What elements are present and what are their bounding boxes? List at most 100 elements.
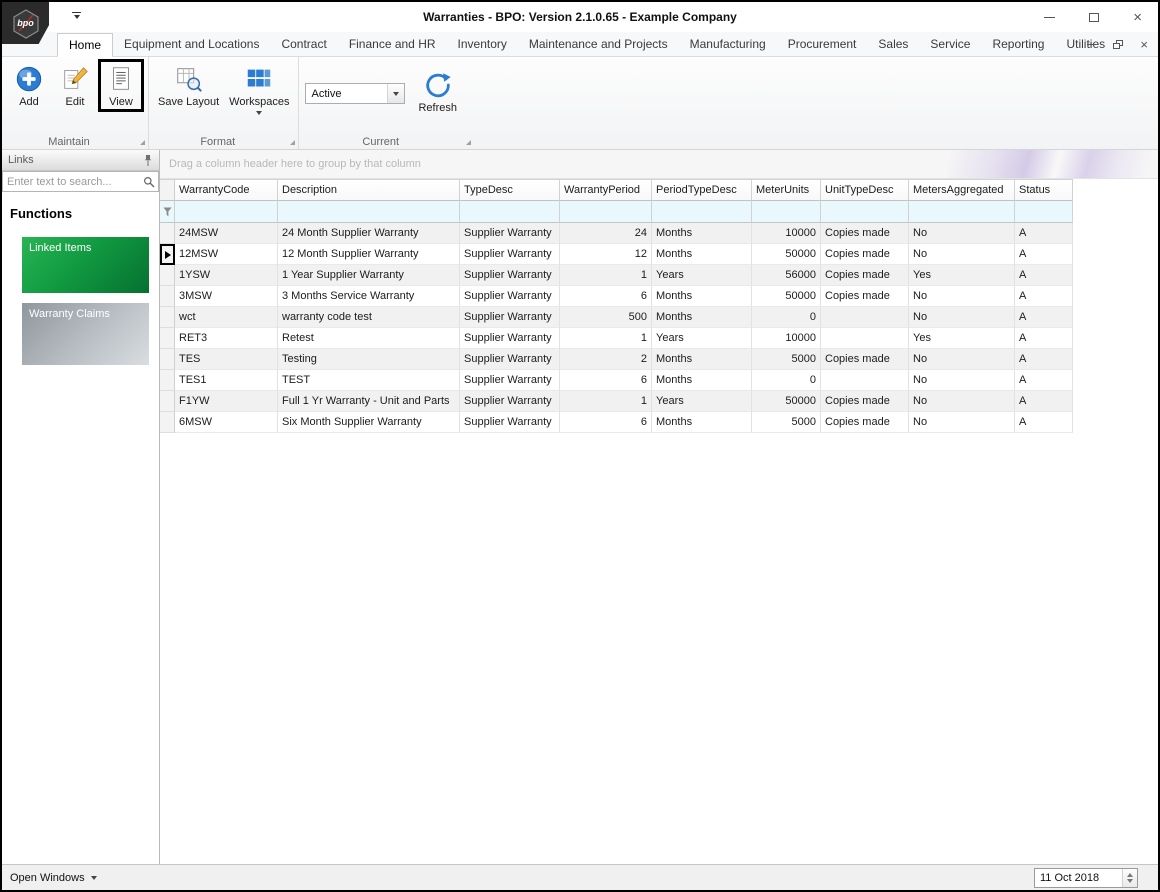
grid-cell-meterunits[interactable]: 10000	[752, 328, 821, 349]
table-row[interactable]: wctwarranty code testSupplier Warranty50…	[160, 307, 1158, 328]
tab-home[interactable]: Home	[57, 33, 113, 57]
grid-cell-warrantycode[interactable]: TES	[175, 349, 278, 370]
grid-cell-meterunits[interactable]: 50000	[752, 244, 821, 265]
row-indicator[interactable]	[160, 370, 175, 391]
table-row[interactable]: TES1TESTSupplier Warranty6Months0NoA	[160, 370, 1158, 391]
grid-cell-warrantyperiod[interactable]: 24	[560, 223, 652, 244]
filter-cell-unittypedesc[interactable]	[821, 201, 909, 223]
search-icon[interactable]	[140, 176, 158, 188]
grid-cell-unittypedesc[interactable]: Copies made	[821, 265, 909, 286]
grid-cell-periodtypedesc[interactable]: Months	[652, 286, 752, 307]
filter-cell-metersaggregated[interactable]	[909, 201, 1015, 223]
grid-cell-metersaggregated[interactable]: No	[909, 370, 1015, 391]
grid-cell-typedesc[interactable]: Supplier Warranty	[460, 412, 560, 433]
grid-cell-status[interactable]: A	[1015, 244, 1073, 265]
tab-inventory[interactable]: Inventory	[447, 33, 518, 56]
maximize-icon[interactable]	[1089, 13, 1099, 22]
sidebar-item-warranty-claims[interactable]: Warranty Claims	[22, 303, 149, 365]
grid-cell-description[interactable]: TEST	[278, 370, 460, 391]
grid-cell-unittypedesc[interactable]: Copies made	[821, 244, 909, 265]
grid-cell-warrantyperiod[interactable]: 12	[560, 244, 652, 265]
edit-button[interactable]: Edit	[54, 61, 96, 110]
save-layout-button[interactable]: Save Layout	[155, 61, 222, 110]
grid-cell-unittypedesc[interactable]	[821, 307, 909, 328]
grid-cell-typedesc[interactable]: Supplier Warranty	[460, 370, 560, 391]
grid-cell-description[interactable]: 3 Months Service Warranty	[278, 286, 460, 307]
grid-cell-status[interactable]: A	[1015, 391, 1073, 412]
grid-cell-periodtypedesc[interactable]: Years	[652, 265, 752, 286]
grid-cell-typedesc[interactable]: Supplier Warranty	[460, 349, 560, 370]
table-row[interactable]: RET3RetestSupplier Warranty1Years10000Ye…	[160, 328, 1158, 349]
status-filter-dropdown-button[interactable]	[387, 84, 404, 103]
grid-cell-typedesc[interactable]: Supplier Warranty	[460, 244, 560, 265]
grid-cell-status[interactable]: A	[1015, 328, 1073, 349]
grid-cell-metersaggregated[interactable]: No	[909, 349, 1015, 370]
table-row[interactable]: 3MSW3 Months Service WarrantySupplier Wa…	[160, 286, 1158, 307]
grid-cell-status[interactable]: A	[1015, 412, 1073, 433]
column-header-typedesc[interactable]: TypeDesc	[460, 179, 560, 201]
row-indicator[interactable]	[160, 328, 175, 349]
grid-cell-typedesc[interactable]: Supplier Warranty	[460, 265, 560, 286]
grid-cell-unittypedesc[interactable]: Copies made	[821, 223, 909, 244]
group-by-bar[interactable]: Drag a column header here to group by th…	[160, 150, 1158, 179]
grid-cell-warrantyperiod[interactable]: 1	[560, 391, 652, 412]
grid-cell-metersaggregated[interactable]: Yes	[909, 328, 1015, 349]
grid-cell-warrantycode[interactable]: 12MSW	[175, 244, 278, 265]
grid-cell-meterunits[interactable]: 56000	[752, 265, 821, 286]
grid-cell-periodtypedesc[interactable]: Months	[652, 349, 752, 370]
grid-cell-meterunits[interactable]: 5000	[752, 349, 821, 370]
status-filter-combobox[interactable]: Active	[305, 83, 405, 104]
grid-cell-metersaggregated[interactable]: No	[909, 244, 1015, 265]
filter-cell-description[interactable]	[278, 201, 460, 223]
grid-cell-description[interactable]: 12 Month Supplier Warranty	[278, 244, 460, 265]
column-header-warrantycode[interactable]: WarrantyCode	[175, 179, 278, 201]
grid-cell-periodtypedesc[interactable]: Months	[652, 307, 752, 328]
grid-cell-description[interactable]: Full 1 Yr Warranty - Unit and Parts	[278, 391, 460, 412]
grid-cell-warrantyperiod[interactable]: 1	[560, 265, 652, 286]
grid-cell-unittypedesc[interactable]	[821, 370, 909, 391]
tab-finance-and-hr[interactable]: Finance and HR	[338, 33, 447, 56]
grid-cell-typedesc[interactable]: Supplier Warranty	[460, 223, 560, 244]
grid-cell-metersaggregated[interactable]: No	[909, 286, 1015, 307]
grid-cell-status[interactable]: A	[1015, 286, 1073, 307]
table-row[interactable]: 12MSW12 Month Supplier WarrantySupplier …	[160, 244, 1158, 265]
grid-cell-typedesc[interactable]: Supplier Warranty	[460, 328, 560, 349]
search-input[interactable]	[3, 176, 140, 188]
grid-cell-status[interactable]: A	[1015, 223, 1073, 244]
table-row[interactable]: 24MSW24 Month Supplier WarrantySupplier …	[160, 223, 1158, 244]
row-indicator[interactable]	[160, 391, 175, 412]
grid-cell-description[interactable]: Retest	[278, 328, 460, 349]
table-row[interactable]: F1YWFull 1 Yr Warranty - Unit and PartsS…	[160, 391, 1158, 412]
filter-cell-periodtypedesc[interactable]	[652, 201, 752, 223]
mdi-restore-icon[interactable]	[1113, 40, 1123, 49]
grid-cell-unittypedesc[interactable]: Copies made	[821, 349, 909, 370]
tab-contract[interactable]: Contract	[270, 33, 337, 56]
grid-cell-metersaggregated[interactable]: No	[909, 223, 1015, 244]
app-menu-logo[interactable]: bpo	[2, 2, 49, 44]
grid-cell-warrantyperiod[interactable]: 6	[560, 286, 652, 307]
grid-cell-unittypedesc[interactable]: Copies made	[821, 412, 909, 433]
grid-cell-warrantycode[interactable]: wct	[175, 307, 278, 328]
filter-cell-warrantycode[interactable]	[175, 201, 278, 223]
row-indicator[interactable]	[160, 286, 175, 307]
grid-cell-warrantycode[interactable]: RET3	[175, 328, 278, 349]
filter-cell-warrantyperiod[interactable]	[560, 201, 652, 223]
close-icon[interactable]: ×	[1133, 10, 1142, 25]
row-indicator[interactable]	[160, 412, 175, 433]
grid-cell-description[interactable]: 1 Year Supplier Warranty	[278, 265, 460, 286]
table-row[interactable]: 1YSW1 Year Supplier WarrantySupplier War…	[160, 265, 1158, 286]
table-row[interactable]: 6MSWSix Month Supplier WarrantySupplier …	[160, 412, 1158, 433]
column-header-unittypedesc[interactable]: UnitTypeDesc	[821, 179, 909, 201]
table-row[interactable]: TESTestingSupplier Warranty2Months5000Co…	[160, 349, 1158, 370]
grid-cell-description[interactable]: 24 Month Supplier Warranty	[278, 223, 460, 244]
grid-cell-warrantyperiod[interactable]: 2	[560, 349, 652, 370]
column-header-meterunits[interactable]: MeterUnits	[752, 179, 821, 201]
mdi-close-icon[interactable]: ×	[1140, 38, 1148, 51]
grid-cell-meterunits[interactable]: 0	[752, 370, 821, 391]
grid-cell-warrantycode[interactable]: F1YW	[175, 391, 278, 412]
date-spinner[interactable]	[1122, 869, 1137, 887]
sidebar-item-linked-items[interactable]: Linked Items	[22, 237, 149, 293]
grid-cell-periodtypedesc[interactable]: Months	[652, 244, 752, 265]
grid-cell-meterunits[interactable]: 5000	[752, 412, 821, 433]
grid-cell-periodtypedesc[interactable]: Months	[652, 370, 752, 391]
